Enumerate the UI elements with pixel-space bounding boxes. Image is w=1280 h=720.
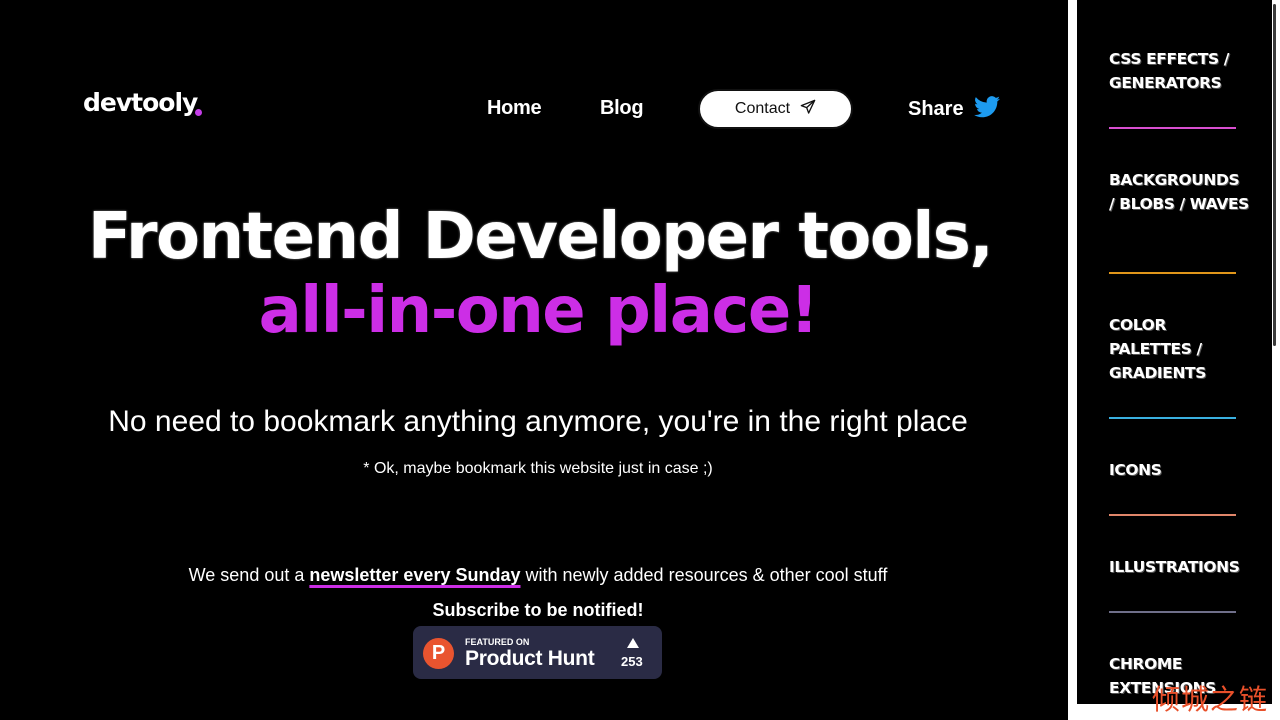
main-content: devtooly Home Blog Contact Share Fronten…: [0, 0, 1068, 720]
share-label: Share: [908, 98, 964, 120]
hero-subtitle: No need to bookmark anything anymore, yo…: [108, 405, 968, 438]
logo[interactable]: devtooly: [83, 88, 198, 117]
sidebar-item-backgrounds[interactable]: BACKGROUNDS / BLOBS / WAVES: [1109, 168, 1249, 216]
hero-title-accent: all-in-one place!: [258, 274, 819, 348]
upvote-arrow-icon: [627, 638, 639, 648]
newsletter-suffix: with newly added resources & other cool …: [520, 565, 888, 585]
logo-dot: [195, 109, 202, 116]
sidebar-item-css-effects[interactable]: CSS EFFECTS / GENERATORS: [1109, 47, 1249, 95]
send-icon: [800, 99, 816, 120]
contact-label: Contact: [734, 100, 791, 117]
sidebar-divider: [1109, 611, 1236, 613]
sidebar-item-color-palettes[interactable]: COLOR PALETTES / GRADIENTS: [1109, 313, 1249, 385]
ph-name: Product Hunt: [465, 647, 595, 670]
watermark: 倾城之链: [1152, 683, 1269, 716]
contact-button[interactable]: Contact: [698, 89, 853, 129]
hero-title: Frontend Developer tools,: [87, 200, 994, 274]
sidebar-scrollbar-thumb[interactable]: [1273, 4, 1276, 346]
newsletter-prefix: We send out a: [188, 565, 310, 585]
sidebar-divider: [1109, 514, 1236, 516]
sidebar-divider: [1109, 127, 1236, 129]
share-twitter-button[interactable]: Share: [908, 96, 1000, 123]
nav-blog-link[interactable]: Blog: [600, 97, 644, 120]
sidebar-item-icons[interactable]: ICONS: [1109, 458, 1249, 482]
sidebar-divider: [1109, 272, 1236, 274]
sidebar-divider: [1109, 417, 1236, 419]
product-hunt-badge[interactable]: P FEATURED ON Product Hunt 253: [413, 626, 662, 679]
newsletter-link[interactable]: newsletter every Sunday: [309, 565, 520, 585]
ph-featured-label: FEATURED ON: [465, 637, 530, 647]
subscribe-text: Subscribe to be notified!: [432, 600, 644, 620]
newsletter-text: We send out a newsletter every Sunday wi…: [0, 565, 1076, 586]
hero-note: * Ok, maybe bookmark this website just i…: [363, 460, 713, 477]
upvote-count: 253: [621, 654, 643, 669]
sidebar-item-illustrations[interactable]: ILLUSTRATIONS: [1109, 555, 1249, 579]
nav-home-link[interactable]: Home: [487, 97, 542, 120]
product-hunt-logo-icon: P: [423, 638, 454, 669]
twitter-icon: [973, 96, 1000, 123]
